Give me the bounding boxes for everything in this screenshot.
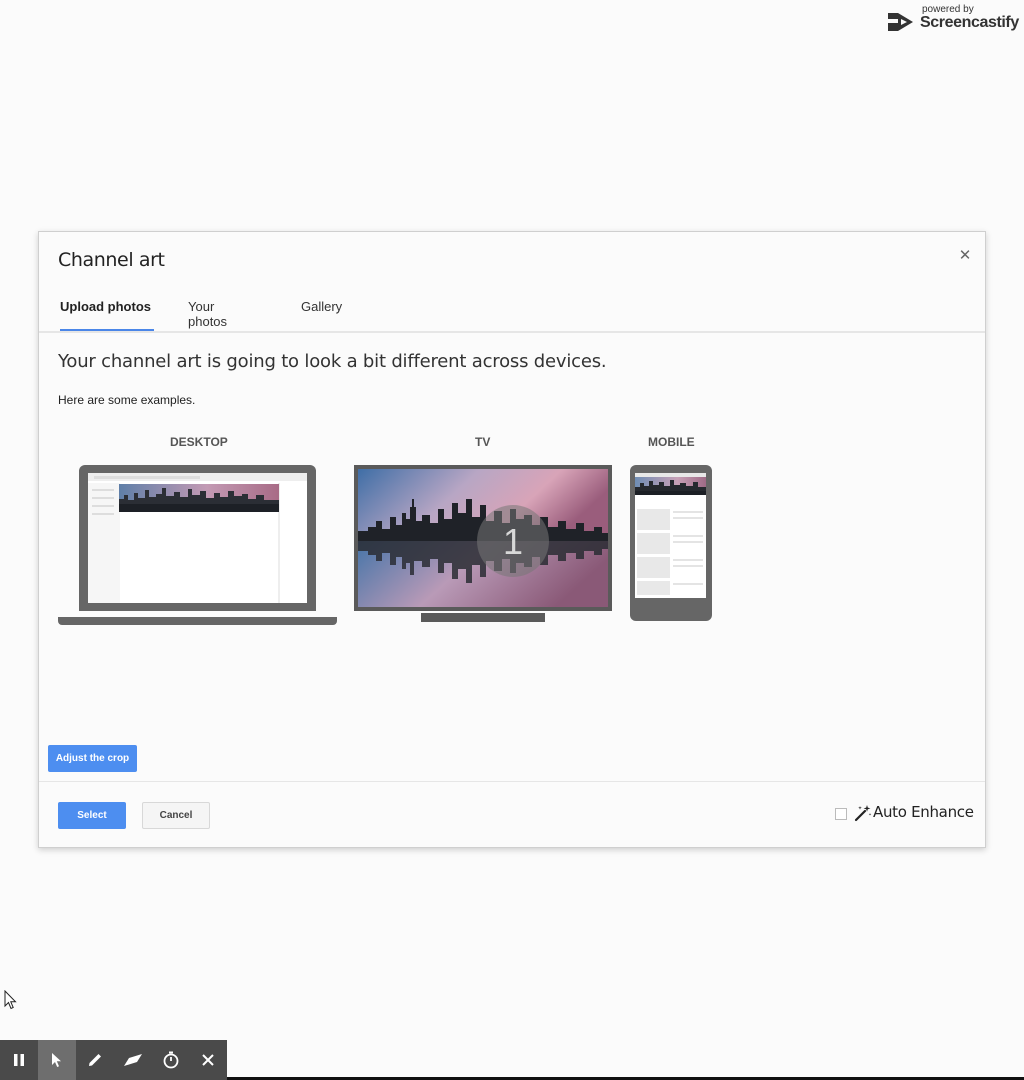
desktop-preview (79, 465, 316, 611)
magic-wand-icon (854, 805, 872, 822)
tab-gallery[interactable]: Gallery (301, 292, 342, 331)
desktop-preview-base (58, 617, 337, 625)
eraser-icon (124, 1054, 142, 1066)
desktop-preview-screen (88, 473, 307, 603)
screencastify-watermark: powered by Screencastify (886, 4, 1020, 36)
pointer-tool-button[interactable] (38, 1040, 76, 1080)
dialog-title: Channel art (58, 249, 165, 271)
tv-preview: 1 (354, 465, 612, 611)
eraser-tool-button[interactable] (114, 1040, 152, 1080)
watermark-brand: Screencastify (920, 14, 1019, 31)
close-button[interactable]: ✕ (957, 248, 973, 264)
pause-button[interactable] (0, 1040, 38, 1080)
timer-tool-button[interactable] (152, 1040, 190, 1080)
auto-enhance-label: Auto Enhance (873, 803, 974, 821)
close-icon: ✕ (958, 247, 972, 264)
footer-divider (39, 781, 985, 782)
pause-icon (14, 1054, 24, 1066)
desktop-label: DESKTOP (170, 435, 228, 449)
headline: Your channel art is going to look a bit … (58, 351, 607, 372)
desktop-channel-art-preview (88, 473, 307, 603)
tab-your-photos[interactable]: Your photos (188, 292, 227, 331)
mobile-preview-screen (635, 473, 706, 598)
auto-enhance-checkbox[interactable] (835, 808, 847, 820)
pen-icon (89, 1054, 101, 1066)
screencastify-toolbar (0, 1040, 227, 1080)
subtext: Here are some examples. (58, 393, 196, 407)
tv-preview-screen: 1 (358, 469, 608, 607)
close-icon (202, 1054, 214, 1066)
tv-preview-stand (421, 613, 545, 622)
mobile-preview (630, 465, 712, 621)
tabs-divider (39, 331, 985, 333)
tv-channel-art-preview: 1 (358, 469, 608, 607)
tab-upload-photos[interactable]: Upload photos (60, 292, 154, 331)
channel-art-dialog: Channel art ✕ Upload photos Your photos … (38, 231, 986, 848)
mouse-cursor-icon (4, 990, 17, 1010)
close-toolbar-button[interactable] (189, 1040, 227, 1080)
cancel-button[interactable]: Cancel (142, 802, 210, 829)
tv-label: TV (475, 435, 491, 449)
mobile-label: MOBILE (648, 435, 695, 449)
pen-tool-button[interactable] (76, 1040, 114, 1080)
pointer-icon (52, 1053, 61, 1067)
adjust-crop-button[interactable]: Adjust the crop (48, 745, 137, 772)
screencastify-logo-icon (888, 13, 913, 31)
timer-icon (163, 1051, 179, 1069)
tv-overlay-number: 1 (503, 521, 523, 562)
select-button[interactable]: Select (58, 802, 126, 829)
mobile-channel-art-preview (635, 473, 706, 595)
